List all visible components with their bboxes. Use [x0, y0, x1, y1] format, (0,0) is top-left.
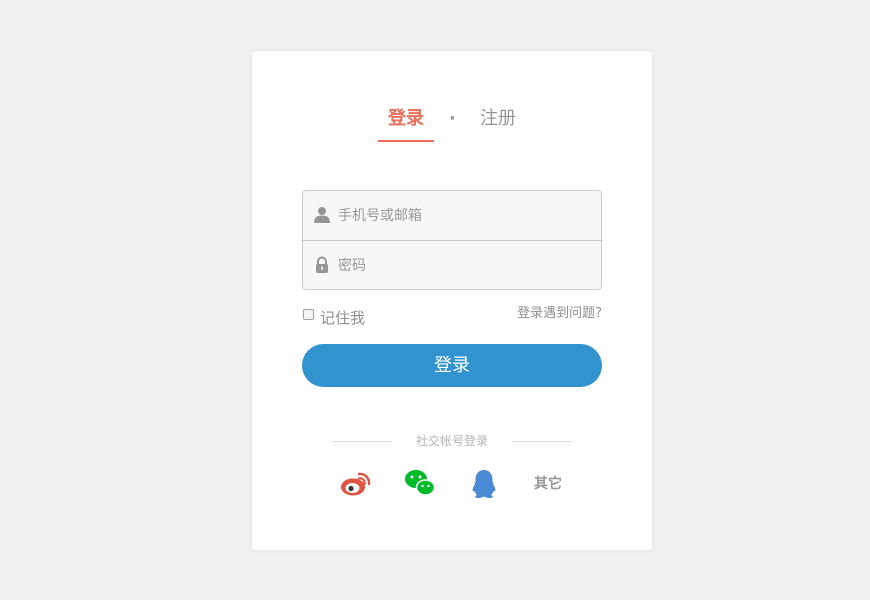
active-tab-underline	[378, 140, 434, 142]
tab-separator: ·	[449, 108, 456, 129]
login-button[interactable]: 登录	[302, 344, 602, 387]
wechat-icon[interactable]	[404, 469, 436, 497]
account-row	[303, 191, 601, 240]
social-login-title: 社交帐号登录	[415, 434, 488, 448]
tab-register[interactable]: 注册	[480, 108, 516, 130]
auth-tabs: 登录 · 注册	[252, 108, 652, 142]
qq-icon[interactable]	[470, 469, 498, 499]
tab-login[interactable]: 登录	[388, 108, 424, 130]
remember-checkbox[interactable]	[303, 309, 314, 320]
password-row	[303, 240, 601, 289]
other-login-link[interactable]: 其它	[534, 475, 562, 493]
remember-label: 记住我	[320, 309, 366, 327]
credentials-group	[302, 190, 602, 290]
weibo-icon[interactable]	[340, 469, 372, 497]
password-input[interactable]	[303, 241, 601, 289]
login-card: 登录 · 注册 记住我 登录遇到问题? 登录 社交帐号登录	[252, 51, 652, 550]
account-input[interactable]	[303, 191, 601, 240]
login-trouble-link[interactable]: 登录遇到问题?	[517, 305, 602, 323]
divider-right	[512, 441, 572, 442]
